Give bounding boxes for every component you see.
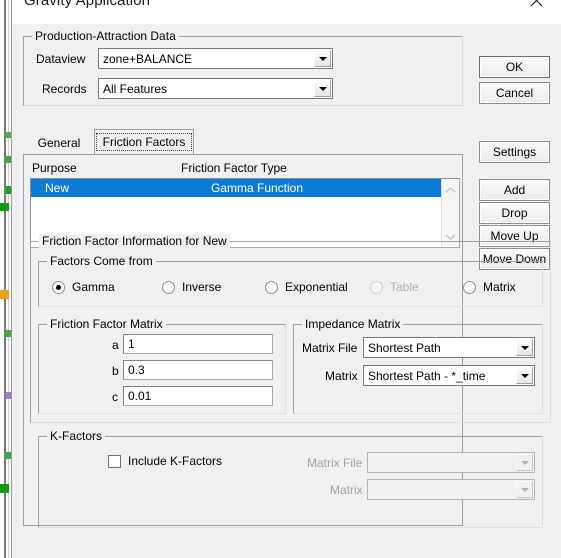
field-b-label: b xyxy=(112,364,119,378)
production-attraction-group-label: Production-Attraction Data xyxy=(32,29,179,43)
radio-matrix-label: Matrix xyxy=(483,280,516,294)
chevron-down-icon xyxy=(516,481,533,498)
background-app-strip xyxy=(0,0,11,558)
list-item-purpose: New xyxy=(45,181,70,195)
list-scrollbar[interactable] xyxy=(441,179,459,247)
close-icon[interactable] xyxy=(513,0,559,22)
background-marker-green xyxy=(0,484,9,493)
add-button[interactable]: Add xyxy=(479,179,550,201)
radio-inverse[interactable]: Inverse xyxy=(162,280,221,294)
dataview-label: Dataview xyxy=(36,52,86,66)
impedance-matrix-file-combobox[interactable]: Shortest Path xyxy=(363,337,535,358)
records-combobox[interactable]: All Features xyxy=(98,78,333,99)
impedance-matrix-value: Shortest Path - *_time xyxy=(368,368,486,383)
chevron-down-icon xyxy=(516,454,533,471)
list-column-header-purpose: Purpose xyxy=(32,161,77,175)
tab-friction-factors-label: Friction Factors xyxy=(95,132,193,151)
include-k-factors-label: Include K-Factors xyxy=(128,454,223,468)
field-c-input[interactable]: 0.01 xyxy=(123,386,273,406)
background-marker-green xyxy=(0,203,9,211)
radio-table-indicator xyxy=(370,280,383,294)
list-column-header-type: Friction Factor Type xyxy=(181,161,287,175)
radio-exponential-label: Exponential xyxy=(285,280,348,294)
gravity-application-dialog: Gravity Application Production-Attractio… xyxy=(11,0,561,558)
field-b-value: 0.3 xyxy=(128,363,145,377)
dataview-value: zone+BALANCE xyxy=(103,51,193,66)
background-vertical-rule xyxy=(4,0,6,558)
field-c-value: 0.01 xyxy=(128,389,152,403)
ok-button[interactable]: OK xyxy=(479,56,550,78)
impedance-matrix-file-value: Shortest Path xyxy=(368,340,441,355)
dataview-combobox[interactable]: zone+BALANCE xyxy=(98,48,333,69)
k-factors-matrix-file-combobox xyxy=(367,452,535,473)
k-factors-matrix-file-label: Matrix File xyxy=(307,456,363,470)
field-a-value: 1 xyxy=(128,337,135,351)
tab-friction-factors[interactable]: Friction Factors xyxy=(94,129,194,154)
k-factors-matrix-combobox xyxy=(367,479,535,500)
friction-factor-matrix-group-label: Friction Factor Matrix xyxy=(47,317,166,331)
radio-inverse-label: Inverse xyxy=(182,280,222,294)
radio-exponential-indicator xyxy=(265,280,278,294)
factors-come-from-group-label: Factors Come from xyxy=(47,254,156,268)
radio-matrix[interactable]: Matrix xyxy=(463,280,516,294)
chevron-down-icon[interactable] xyxy=(314,80,331,97)
background-marker-orange xyxy=(0,290,9,299)
tab-general-label: General xyxy=(37,136,81,150)
field-c-label: c xyxy=(112,390,118,404)
k-factors-group-label: K-Factors xyxy=(47,429,106,443)
radio-inverse-indicator xyxy=(162,280,175,294)
radio-exponential[interactable]: Exponential xyxy=(265,280,348,294)
records-label: Records xyxy=(42,82,87,96)
screen: Gravity Application Production-Attractio… xyxy=(0,0,561,558)
impedance-matrix-group-label: Impedance Matrix xyxy=(302,317,404,331)
chevron-down-icon[interactable] xyxy=(314,50,331,67)
field-a-input[interactable]: 1 xyxy=(123,334,273,354)
tab-strip: General Friction Factors xyxy=(23,129,463,154)
include-k-factors-box xyxy=(108,454,121,468)
chevron-down-icon[interactable] xyxy=(516,339,533,356)
list-item[interactable]: New Gamma Function xyxy=(31,179,442,197)
radio-gamma[interactable]: Gamma xyxy=(52,280,115,294)
field-b-input[interactable]: 0.3 xyxy=(123,360,273,380)
friction-factor-info-group-label: Friction Factor Information for New xyxy=(39,234,230,248)
include-k-factors-checkbox[interactable]: Include K-Factors xyxy=(108,454,222,468)
drop-button[interactable]: Drop xyxy=(479,202,550,224)
chevron-down-icon[interactable] xyxy=(516,367,533,384)
k-factors-matrix-label: Matrix xyxy=(330,483,363,497)
tab-general[interactable]: General xyxy=(25,132,93,154)
impedance-matrix-file-label: Matrix File xyxy=(302,341,358,355)
records-value: All Features xyxy=(103,81,168,96)
radio-gamma-label: Gamma xyxy=(72,280,115,294)
radio-matrix-indicator xyxy=(463,280,476,294)
chevron-up-icon[interactable] xyxy=(442,181,459,198)
dialog-client-area: Production-Attraction Data Dataview zone… xyxy=(12,24,561,558)
settings-button[interactable]: Settings xyxy=(479,141,550,163)
radio-table-label: Table xyxy=(390,280,419,294)
background-vertical-rule-secondary xyxy=(8,0,9,558)
impedance-matrix-combobox[interactable]: Shortest Path - *_time xyxy=(363,365,535,386)
impedance-matrix-label: Matrix xyxy=(325,369,358,383)
window-title: Gravity Application xyxy=(24,0,151,9)
cancel-button[interactable]: Cancel xyxy=(479,82,550,104)
radio-gamma-indicator xyxy=(52,280,65,294)
list-item-type: Gamma Function xyxy=(211,181,304,195)
radio-table: Table xyxy=(370,280,419,294)
title-bar: Gravity Application xyxy=(12,0,561,24)
field-a-label: a xyxy=(112,338,119,352)
list-rows: New Gamma Function xyxy=(31,179,442,197)
